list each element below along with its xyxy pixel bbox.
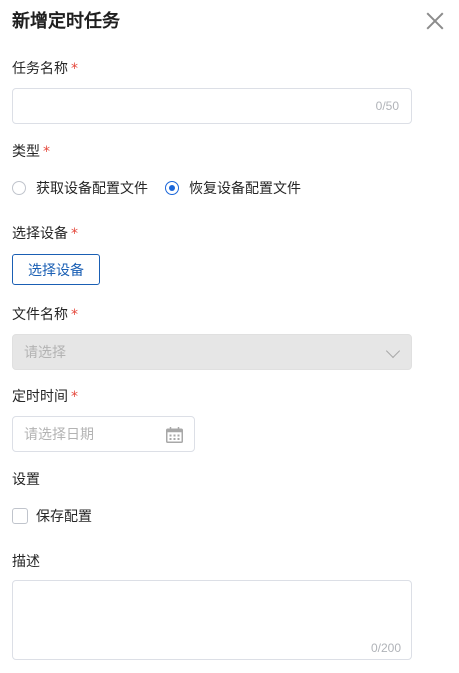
file-name-placeholder: 请选择 xyxy=(24,345,66,361)
description-label: 描述 xyxy=(12,554,40,570)
select-device-button[interactable]: 选择设备 xyxy=(12,254,100,285)
file-name-label: 文件名称 * xyxy=(12,305,78,325)
task-name-label: 任务名称 * xyxy=(12,59,78,79)
type-label-text: 类型 xyxy=(12,144,40,160)
description-counter: 0/200 xyxy=(370,641,401,655)
date-picker-input[interactable]: 请选择日期 xyxy=(12,416,195,452)
device-label: 选择设备 * xyxy=(12,224,78,244)
required-mark: * xyxy=(71,61,78,77)
required-mark: * xyxy=(71,389,78,405)
radio-get-config[interactable] xyxy=(12,181,26,195)
radio-restore-config[interactable] xyxy=(165,181,179,195)
calendar-icon xyxy=(166,427,183,443)
type-radio-group: 获取设备配置文件 恢复设备配置文件 xyxy=(12,178,318,198)
file-name-select[interactable]: 请选择 xyxy=(12,334,412,370)
settings-label: 设置 xyxy=(12,472,40,488)
save-config-checkbox[interactable] xyxy=(12,508,28,524)
required-mark: * xyxy=(71,307,78,323)
dialog-title: 新增定时任务 xyxy=(12,11,120,32)
description-textarea[interactable]: 0/200 xyxy=(12,580,412,660)
task-name-label-text: 任务名称 xyxy=(12,61,68,77)
required-mark: * xyxy=(43,144,50,160)
close-icon[interactable] xyxy=(424,10,446,32)
save-config-label[interactable]: 保存配置 xyxy=(36,506,92,526)
date-placeholder: 请选择日期 xyxy=(24,427,94,443)
radio-get-config-label[interactable]: 获取设备配置文件 xyxy=(36,178,148,198)
schedule-time-label-text: 定时时间 xyxy=(12,389,68,405)
chevron-down-icon xyxy=(385,343,401,359)
task-name-input[interactable]: 0/50 xyxy=(12,88,412,124)
type-label: 类型 * xyxy=(12,142,50,162)
device-label-text: 选择设备 xyxy=(12,226,68,242)
radio-restore-config-label[interactable]: 恢复设备配置文件 xyxy=(189,178,301,198)
schedule-time-label: 定时时间 * xyxy=(12,387,78,407)
required-mark: * xyxy=(71,226,78,242)
task-name-counter: 0/50 xyxy=(375,99,399,113)
save-config-option[interactable]: 保存配置 xyxy=(12,506,92,526)
file-name-label-text: 文件名称 xyxy=(12,307,68,323)
